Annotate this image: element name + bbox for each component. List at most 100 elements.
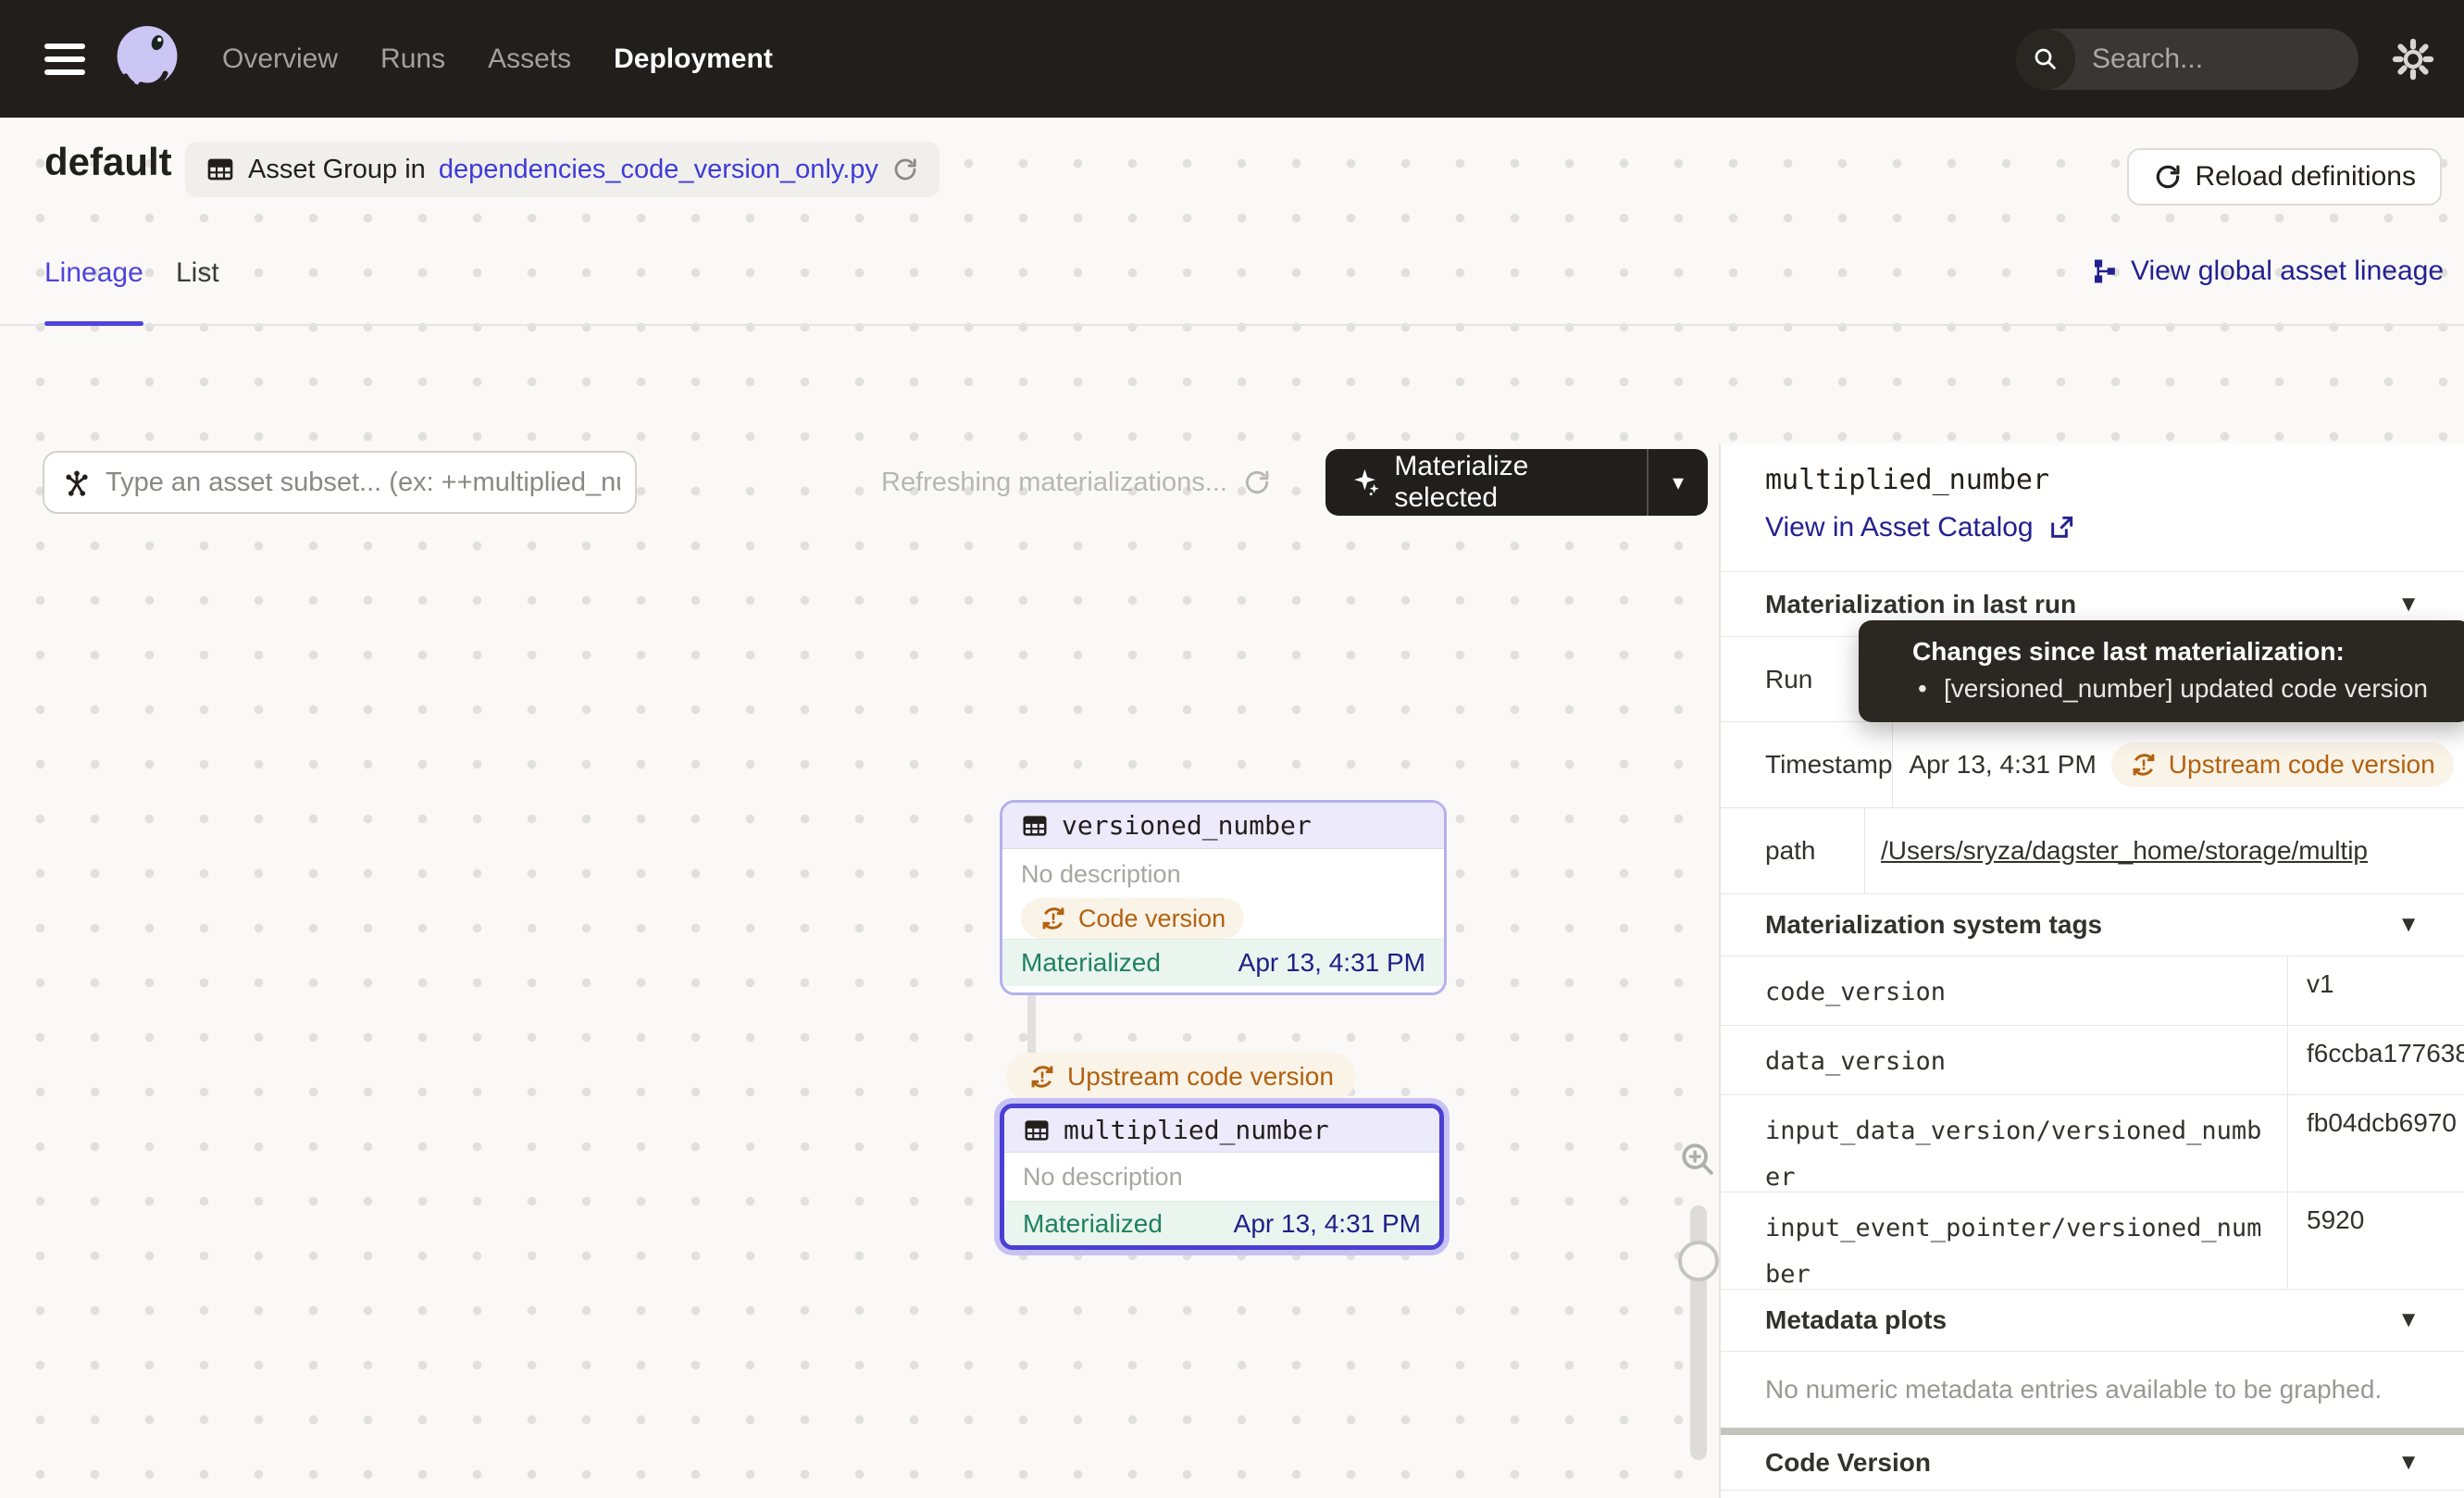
- asset-node-versioned-number[interactable]: versioned_number No description ! Code v…: [1000, 800, 1447, 995]
- section-metadata-plots[interactable]: Metadata plots ▼: [1721, 1289, 2464, 1351]
- external-link-icon: [2047, 513, 2076, 543]
- active-tab-indicator: [44, 321, 143, 326]
- tag-value: f6ccba177638: [2288, 1026, 2464, 1094]
- asset-description: No description: [1023, 1163, 1183, 1192]
- upstream-code-version-badge: ! Upstream code version: [1006, 1053, 1356, 1101]
- upstream-code-version-label: Upstream code version: [1067, 1062, 1334, 1092]
- view-in-asset-catalog-label: View in Asset Catalog: [1765, 512, 2034, 543]
- collapse-caret-icon[interactable]: ▼: [2397, 1450, 2420, 1476]
- materialized-status: Materialized: [1021, 948, 1161, 978]
- code-version-icon: !: [1039, 905, 1067, 932]
- nav-item-runs[interactable]: Runs: [380, 44, 445, 75]
- materialized-timestamp: Apr 13, 4:31 PM: [1234, 1209, 1421, 1239]
- view-in-asset-catalog-link[interactable]: View in Asset Catalog: [1765, 512, 2076, 543]
- page-title: default: [44, 140, 172, 184]
- dagster-logo-icon[interactable]: [109, 21, 185, 97]
- search-icon: [2016, 29, 2075, 90]
- section-system-tags[interactable]: Materialization system tags ▼: [1721, 893, 2464, 955]
- panel-resize-divider[interactable]: [1721, 1428, 2464, 1435]
- tab-list[interactable]: List: [176, 257, 219, 289]
- tooltip-item: [versioned_number] updated code version: [1912, 674, 2453, 704]
- changes-tooltip: Changes since last materialization: [ver…: [1859, 620, 2464, 722]
- materialized-timestamp: Apr 13, 4:31 PM: [1238, 948, 1425, 978]
- view-global-lineage-label: View global asset lineage: [2131, 256, 2444, 287]
- system-tag-row: code_version v1: [1721, 955, 2464, 1025]
- section-header-label: Materialization in last run: [1765, 590, 2076, 619]
- timestamp-label: Timestamp: [1721, 722, 1893, 807]
- asset-subset-input[interactable]: [106, 468, 620, 498]
- lineage-canvas[interactable]: Refreshing materializations... Materiali…: [0, 443, 1719, 1498]
- code-version-badge-label: Code version: [1078, 905, 1226, 933]
- run-label: Run: [1721, 637, 1865, 721]
- sparkle-icon: [1350, 466, 1381, 499]
- search-input[interactable]: [2075, 44, 2358, 75]
- panel-asset-title: multiplied_number: [1765, 464, 2049, 496]
- table-icon: [1023, 1117, 1051, 1144]
- section-code-version[interactable]: Code Version ▼: [1721, 1435, 2464, 1490]
- svg-text:!: !: [1051, 911, 1057, 928]
- tag-key: code_version: [1721, 956, 2288, 1025]
- view-global-lineage-link[interactable]: View global asset lineage: [2090, 256, 2444, 287]
- storage-path-link[interactable]: /Users/sryza/dagster_home/storage/multip: [1881, 836, 2368, 866]
- section-header-label: Materialization system tags: [1765, 910, 2102, 940]
- nav-item-deployment[interactable]: Deployment: [614, 44, 773, 75]
- refresh-status-label: Refreshing materializations...: [881, 468, 1227, 498]
- code-version-badge: ! Code version: [1021, 898, 1244, 939]
- path-label: path: [1721, 808, 1865, 893]
- zoom-slider-handle[interactable]: [1678, 1241, 1719, 1281]
- page-header: default Asset Group in dependencies_code…: [0, 118, 2464, 241]
- asset-name: multiplied_number: [1064, 1115, 1329, 1145]
- materialize-selected-button[interactable]: Materialize selected ▾: [1325, 449, 1708, 516]
- upstream-code-version-badge: ! Upstream code version: [2111, 743, 2454, 787]
- asset-subset-filter[interactable]: [43, 451, 637, 514]
- refresh-icon[interactable]: [1242, 468, 1272, 497]
- reload-definitions-button[interactable]: Reload definitions: [2127, 148, 2443, 206]
- tab-lineage[interactable]: Lineage: [44, 257, 143, 289]
- asset-group-chip: Asset Group in dependencies_code_version…: [185, 142, 940, 197]
- asset-description: No description: [1021, 860, 1425, 889]
- tooltip-title: Changes since last materialization:: [1912, 637, 2453, 667]
- collapse-caret-icon[interactable]: ▼: [2397, 1307, 2420, 1333]
- materialized-status: Materialized: [1023, 1209, 1163, 1239]
- svg-text:!: !: [2140, 757, 2147, 774]
- op-selector-icon: [61, 467, 93, 498]
- asset-group-prefix: Asset Group in: [248, 155, 426, 185]
- table-icon: [1021, 812, 1049, 840]
- code-location-link[interactable]: dependencies_code_version_only.py: [439, 155, 878, 185]
- path-row: path /Users/sryza/dagster_home/storage/m…: [1721, 807, 2464, 893]
- system-tag-row: input_data_version/versioned_number fb04…: [1721, 1094, 2464, 1192]
- lineage-graph-icon: [2090, 257, 2118, 285]
- tag-key: input_data_version/versioned_number: [1721, 1095, 2288, 1192]
- svg-text:!: !: [1039, 1069, 1046, 1086]
- system-tag-row: data_version f6ccba177638: [1721, 1025, 2464, 1094]
- tag-value: fb04dcb6970: [2288, 1095, 2464, 1192]
- refresh-status: Refreshing materializations...: [881, 451, 1272, 514]
- menu-icon[interactable]: [44, 44, 85, 75]
- timestamp-row: Timestamp Apr 13, 4:31 PM ! Upstream cod…: [1721, 721, 2464, 807]
- zoom-out-icon[interactable]: [1677, 1494, 1720, 1498]
- upstream-code-version-label: Upstream code version: [2169, 750, 2435, 780]
- primary-nav: Overview Runs Assets Deployment: [222, 44, 773, 75]
- asset-group-icon: [205, 155, 235, 184]
- code-version-icon: !: [1028, 1063, 1056, 1091]
- asset-node-multiplied-number[interactable]: multiplied_number No description Materia…: [1000, 1104, 1444, 1250]
- timestamp-value: Apr 13, 4:31 PM: [1909, 750, 2096, 780]
- global-search[interactable]: /: [2016, 29, 2358, 90]
- reload-location-icon[interactable]: [891, 156, 919, 183]
- system-tag-row: input_event_pointer/versioned_number 592…: [1721, 1192, 2464, 1289]
- top-navbar: Overview Runs Assets Deployment /: [0, 0, 2464, 118]
- tag-value: 5920: [2288, 1192, 2464, 1289]
- collapse-caret-icon[interactable]: ▼: [2397, 592, 2420, 618]
- settings-gear-icon[interactable]: [2392, 38, 2434, 81]
- asset-detail-panel: multiplied_number View in Asset Catalog …: [1719, 443, 2464, 1498]
- code-version-value-row: v1: [1721, 1490, 2464, 1498]
- materialize-dropdown-caret[interactable]: ▾: [1649, 469, 1708, 496]
- nav-item-assets[interactable]: Assets: [488, 44, 571, 75]
- page-content: default Asset Group in dependencies_code…: [0, 118, 2464, 1498]
- collapse-caret-icon[interactable]: ▼: [2397, 912, 2420, 938]
- code-version-icon: !: [2130, 751, 2158, 779]
- zoom-in-icon[interactable]: [1677, 1139, 1720, 1181]
- nav-item-overview[interactable]: Overview: [222, 44, 338, 75]
- tab-bar: Lineage List View global asset lineage: [0, 241, 2464, 326]
- tag-key: data_version: [1721, 1026, 2288, 1094]
